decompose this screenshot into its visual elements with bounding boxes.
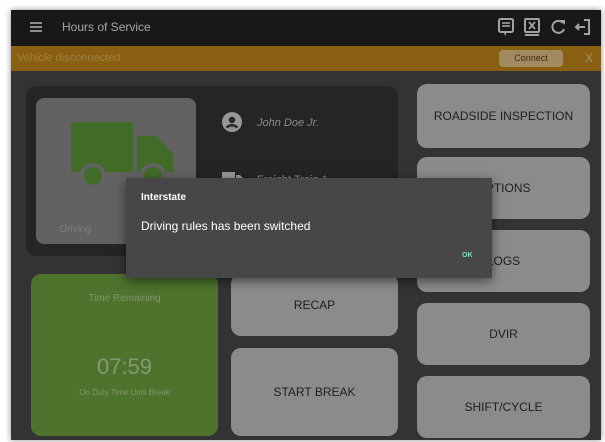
dialog-title: Interstate [141, 192, 187, 203]
dialog-ok-button[interactable]: OK [462, 252, 473, 259]
rules-switched-dialog: Interstate Driving rules has been switch… [126, 178, 492, 278]
app-screen: Hours of Service Vehicle disconnected Co… [11, 10, 601, 440]
dialog-message: Driving rules has been switched [141, 219, 311, 233]
